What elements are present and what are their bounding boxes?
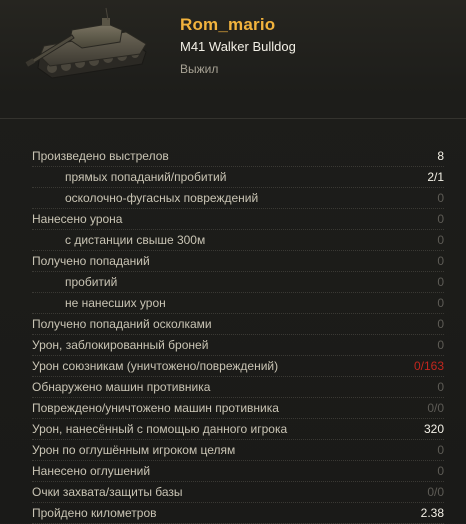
player-name: Rom_mario (180, 15, 276, 34)
tank-icon (25, 7, 147, 79)
stat-value: 0 (437, 443, 444, 457)
stat-row: Урон, заблокированный броней 0 (32, 335, 444, 356)
stat-row: Очки захвата/защиты базы 0/0 (32, 482, 444, 503)
stat-label: Пройдено километров (32, 506, 157, 520)
stat-label: Обнаружено машин противника (32, 380, 211, 394)
stat-value: 0 (437, 464, 444, 478)
stat-row: Получено попаданий 0 (32, 251, 444, 272)
stat-row: Произведено выстрелов 8 (32, 146, 444, 167)
stat-label: Получено попаданий (32, 254, 150, 268)
vehicle-name: M41 Walker Bulldog (180, 39, 296, 54)
stat-row: Урон, нанесённый с помощью данного игрок… (32, 419, 444, 440)
stat-row: не нанесших урон 0 (32, 293, 444, 314)
stat-label: Урон союзникам (уничтожено/повреждений) (32, 359, 279, 373)
stat-row: Нанесено оглушений 0 (32, 461, 444, 482)
stat-label: осколочно-фугасных повреждений (65, 191, 259, 205)
stat-row: прямых попаданий/пробитий 2/1 (32, 167, 444, 188)
stat-value: 320 (423, 422, 444, 436)
stat-row: с дистанции свыше 300м 0 (32, 230, 444, 251)
stat-label: Урон по оглушённым игроком целям (32, 443, 236, 457)
stat-label: Урон, заблокированный броней (32, 338, 209, 352)
stat-value: 0/0 (427, 401, 444, 415)
stat-value: 0 (437, 233, 444, 247)
stat-label: Получено попаданий осколками (32, 317, 212, 331)
stat-row: Урон по оглушённым игроком целям 0 (32, 440, 444, 461)
stat-label: Повреждено/уничтожено машин противника (32, 401, 279, 415)
stat-row: осколочно-фугасных повреждений 0 (32, 188, 444, 209)
stat-label: прямых попаданий/пробитий (65, 170, 227, 184)
stat-value: 2.38 (420, 506, 444, 520)
stat-label: с дистанции свыше 300м (65, 233, 206, 247)
stat-label: Нанесено оглушений (32, 464, 151, 478)
stat-row: Обнаружено машин противника 0 (32, 377, 444, 398)
stat-value: 0 (437, 380, 444, 394)
stat-value: 0/0 (427, 485, 444, 499)
stat-row: пробитий 0 (32, 272, 444, 293)
stat-label: Урон, нанесённый с помощью данного игрок… (32, 422, 288, 436)
stat-value: 0 (437, 317, 444, 331)
stat-value: 0 (437, 338, 444, 352)
stat-label: Нанесено урона (32, 212, 123, 226)
stat-value: 2/1 (427, 170, 444, 184)
survival-status: Выжил (180, 62, 219, 76)
stat-value: 8 (437, 149, 444, 163)
stat-value: 0 (437, 275, 444, 289)
stat-value: 0 (437, 212, 444, 226)
stat-value: 0 (437, 191, 444, 205)
stat-row: Повреждено/уничтожено машин противника 0/… (32, 398, 444, 419)
stat-value: 0 (437, 296, 444, 310)
stat-value: 0 (437, 254, 444, 268)
stat-value: 0/163 (413, 359, 444, 373)
stats-table: Произведено выстрелов 8 прямых попаданий/п… (32, 146, 444, 524)
stat-label: Очки захвата/защиты базы (32, 485, 183, 499)
stat-row: Нанесено урона 0 (32, 209, 444, 230)
stat-row: Получено попаданий осколками 0 (32, 314, 444, 335)
stat-row: Пройдено километров 2.38 (32, 503, 444, 524)
vehicle-header: Rom_mario M41 Walker Bulldog Выжил (0, 0, 466, 119)
stat-label: пробитий (65, 275, 118, 289)
stat-label: не нанесших урон (65, 296, 166, 310)
stat-row: Урон союзникам (уничтожено/повреждений) 0… (32, 356, 444, 377)
stat-label: Произведено выстрелов (32, 149, 169, 163)
battle-result-panel: Rom_mario M41 Walker Bulldog Выжил Произ… (0, 0, 466, 524)
